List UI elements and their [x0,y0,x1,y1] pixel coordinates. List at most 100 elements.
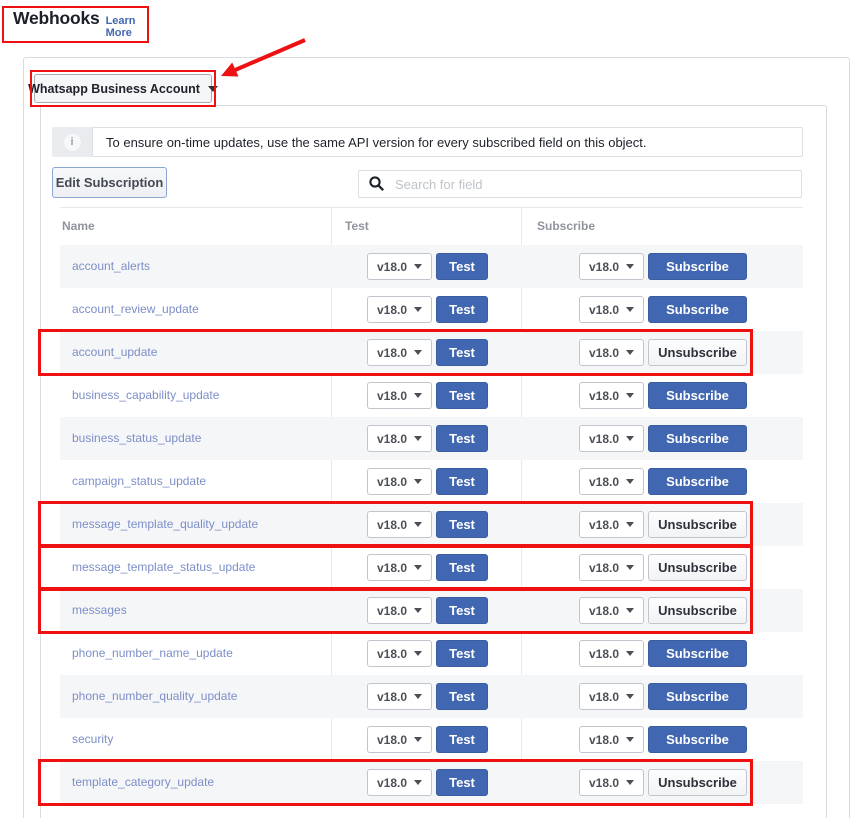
test-button[interactable]: Test [436,597,488,624]
test-button[interactable]: Test [436,468,488,495]
edit-subscription-button[interactable]: Edit Subscription [52,167,167,198]
subscribe-button[interactable]: Subscribe [648,253,747,280]
test-version-dropdown[interactable]: v18.0 [367,468,432,495]
subscribe-button[interactable]: Subscribe [648,640,747,667]
subscribe-button[interactable]: Subscribe [648,726,747,753]
version-label: v18.0 [589,776,619,790]
subscribe-button[interactable]: Subscribe [648,468,747,495]
chevron-down-icon [414,350,422,355]
field-name-link[interactable]: phone_number_name_update [72,632,233,675]
version-label: v18.0 [377,389,407,403]
info-banner: i To ensure on-time updates, use the sam… [52,127,803,157]
version-label: v18.0 [589,561,619,575]
chevron-down-icon [414,565,422,570]
test-version-dropdown[interactable]: v18.0 [367,726,432,753]
table-row: message_template_quality_update v18.0 Te… [60,503,803,546]
subscribe-version-dropdown[interactable]: v18.0 [579,640,644,667]
field-name-link[interactable]: account_update [72,331,157,374]
field-name-link[interactable]: template_category_update [72,761,214,804]
field-name-link[interactable]: phone_number_quality_update [72,675,237,718]
test-version-dropdown[interactable]: v18.0 [367,253,432,280]
subscribe-button[interactable]: Subscribe [648,382,747,409]
subscribe-version-dropdown[interactable]: v18.0 [579,769,644,796]
test-button[interactable]: Test [436,511,488,538]
unsubscribe-button[interactable]: Unsubscribe [648,339,747,366]
subscribe-version-dropdown[interactable]: v18.0 [579,296,644,323]
version-label: v18.0 [377,432,407,446]
table-row: account_alerts v18.0 Test v18.0 Subscrib… [60,245,803,288]
version-label: v18.0 [377,346,407,360]
test-button[interactable]: Test [436,554,488,581]
subscribe-button[interactable]: Subscribe [648,683,747,710]
subscribe-version-dropdown[interactable]: v18.0 [579,726,644,753]
test-version-dropdown[interactable]: v18.0 [367,597,432,624]
object-type-label: Whatsapp Business Account [28,82,200,96]
object-type-dropdown[interactable]: Whatsapp Business Account [34,74,212,103]
field-name-link[interactable]: business_capability_update [72,374,219,417]
unsubscribe-button[interactable]: Unsubscribe [648,597,747,624]
version-label: v18.0 [377,475,407,489]
table-row: security v18.0 Test v18.0 Subscribe [60,718,803,761]
subscribe-version-dropdown[interactable]: v18.0 [579,425,644,452]
field-name-link[interactable]: security [72,718,113,761]
chevron-down-icon [626,350,634,355]
test-button[interactable]: Test [436,726,488,753]
field-name-link[interactable]: messages [72,589,127,632]
test-button[interactable]: Test [436,253,488,280]
test-version-dropdown[interactable]: v18.0 [367,425,432,452]
unsubscribe-button[interactable]: Unsubscribe [648,554,747,581]
chevron-down-icon [414,694,422,699]
test-button[interactable]: Test [436,339,488,366]
test-button[interactable]: Test [436,769,488,796]
version-label: v18.0 [377,647,407,661]
field-name-link[interactable]: message_template_status_update [72,546,255,589]
table-row: account_update v18.0 Test v18.0 Unsubscr… [60,331,803,374]
field-name-link[interactable]: campaign_status_update [72,460,206,503]
subscribe-version-dropdown[interactable]: v18.0 [579,511,644,538]
subscribe-version-dropdown[interactable]: v18.0 [579,468,644,495]
field-name-link[interactable]: message_template_quality_update [72,503,258,546]
test-button[interactable]: Test [436,640,488,667]
subscribe-version-dropdown[interactable]: v18.0 [579,253,644,280]
chevron-down-icon [626,393,634,398]
test-button[interactable]: Test [436,382,488,409]
test-version-dropdown[interactable]: v18.0 [367,554,432,581]
subscribe-version-dropdown[interactable]: v18.0 [579,339,644,366]
test-button[interactable]: Test [436,683,488,710]
subscribe-button[interactable]: Subscribe [648,425,747,452]
unsubscribe-button[interactable]: Unsubscribe [648,511,747,538]
subscribe-button[interactable]: Subscribe [648,296,747,323]
field-name-link[interactable]: business_status_update [72,417,201,460]
unsubscribe-button[interactable]: Unsubscribe [648,769,747,796]
version-label: v18.0 [589,604,619,618]
search-input[interactable] [358,170,802,198]
test-version-dropdown[interactable]: v18.0 [367,339,432,366]
subscribe-version-dropdown[interactable]: v18.0 [579,597,644,624]
subscribe-version-dropdown[interactable]: v18.0 [579,554,644,581]
chevron-down-icon [626,737,634,742]
test-version-dropdown[interactable]: v18.0 [367,769,432,796]
table-top-border [60,207,803,208]
version-label: v18.0 [377,518,407,532]
test-version-dropdown[interactable]: v18.0 [367,296,432,323]
learn-more-link[interactable]: Learn More [106,15,147,39]
test-version-dropdown[interactable]: v18.0 [367,511,432,538]
test-version-dropdown[interactable]: v18.0 [367,382,432,409]
column-header-subscribe: Subscribe [537,219,595,233]
field-name-link[interactable]: account_alerts [72,245,150,288]
test-version-dropdown[interactable]: v18.0 [367,640,432,667]
page-title: Webhooks [13,8,100,29]
version-label: v18.0 [589,260,619,274]
version-label: v18.0 [377,690,407,704]
test-version-dropdown[interactable]: v18.0 [367,683,432,710]
subscribe-version-dropdown[interactable]: v18.0 [579,683,644,710]
info-icon: i [64,134,81,151]
chevron-down-icon [626,608,634,613]
field-name-link[interactable]: account_review_update [72,288,199,331]
table-row: campaign_status_update v18.0 Test v18.0 … [60,460,803,503]
webhooks-settings-page: Webhooks Learn More Whatsapp Business Ac… [0,0,856,818]
subscribe-version-dropdown[interactable]: v18.0 [579,382,644,409]
chevron-down-icon [414,522,422,527]
test-button[interactable]: Test [436,425,488,452]
test-button[interactable]: Test [436,296,488,323]
